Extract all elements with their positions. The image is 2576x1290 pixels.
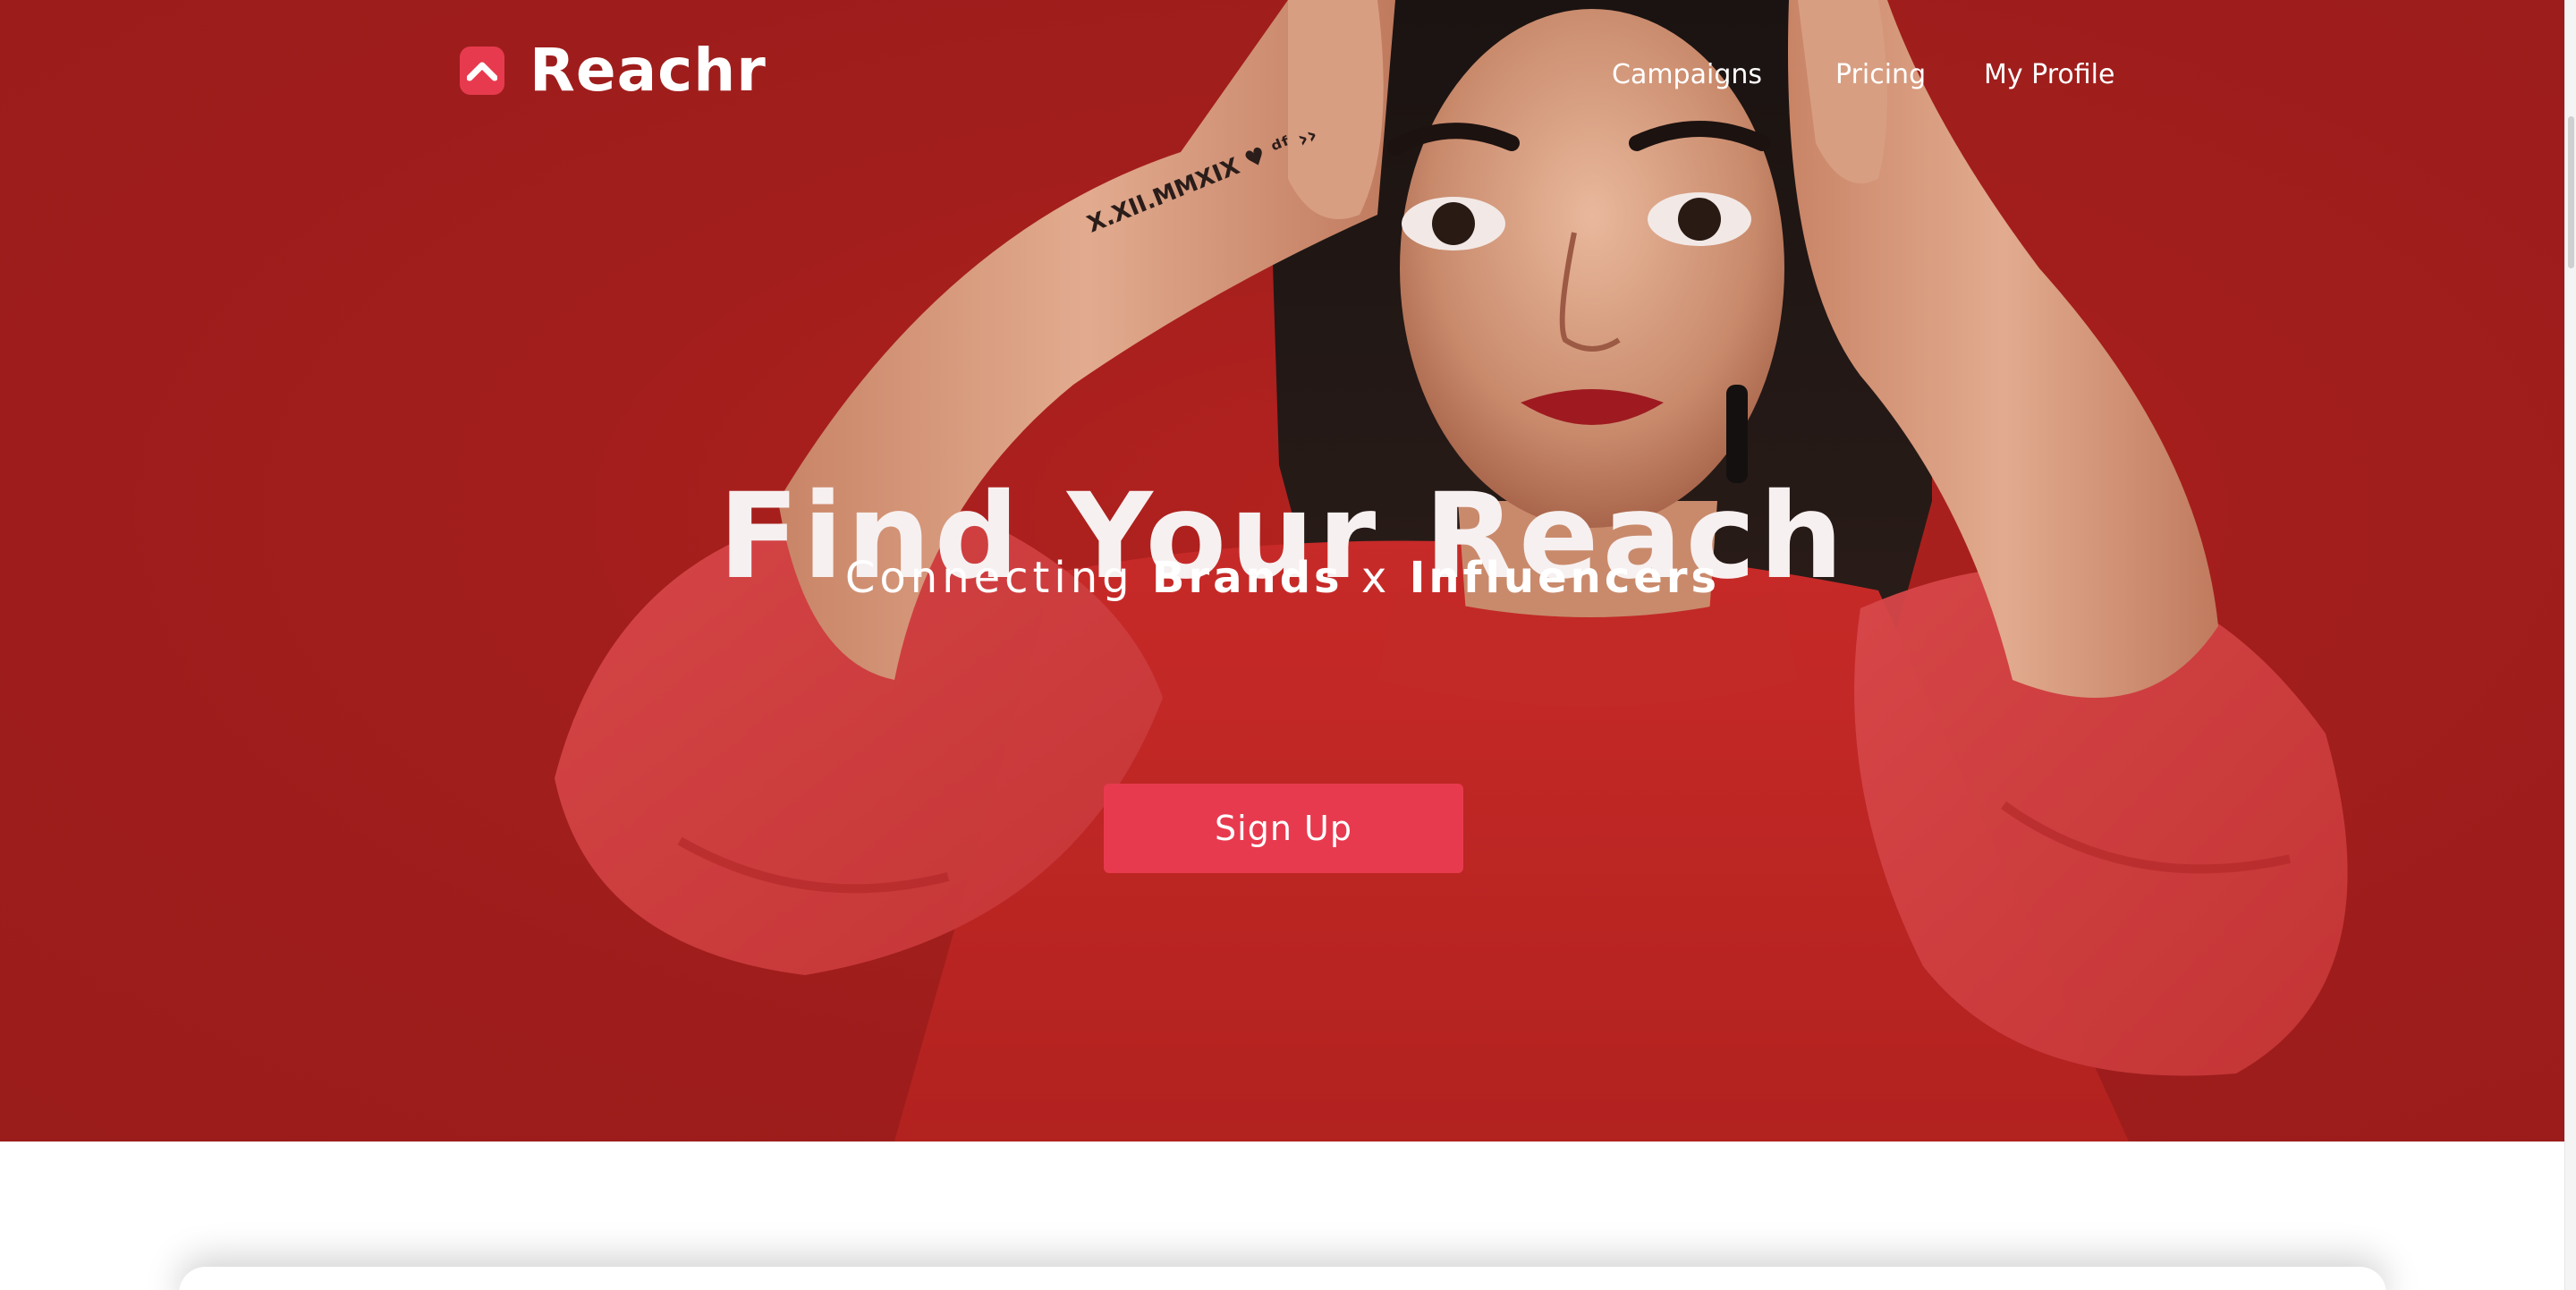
page: X.XII.MMXIX ♥ ᵈᶠ ›› Reachr Campaigns Pri… [0, 0, 2576, 1290]
chevron-up-icon [460, 47, 504, 95]
subtitle-x: x [1360, 553, 1392, 603]
nav-link-pricing[interactable]: Pricing [1835, 59, 1926, 90]
nav-link-my-profile[interactable]: My Profile [1984, 59, 2114, 90]
scrollbar-thumb[interactable] [2568, 116, 2574, 268]
page-scrollbar[interactable] [2564, 0, 2576, 1290]
brand-name: Reachr [530, 36, 767, 105]
content-card [179, 1267, 2386, 1290]
subtitle-influencers: Influencers [1409, 553, 1721, 603]
sign-up-button[interactable]: Sign Up [1104, 784, 1463, 873]
subtitle-brands: Brands [1151, 553, 1343, 603]
hero-section: X.XII.MMXIX ♥ ᵈᶠ ›› Reachr Campaigns Pri… [0, 0, 2565, 1141]
nav-link-campaigns[interactable]: Campaigns [1612, 59, 1762, 90]
subtitle-prefix: Connecting [844, 553, 1134, 603]
brand-logo[interactable]: Reachr [460, 41, 767, 100]
content-section [0, 1141, 2565, 1290]
hero-subtitle: Connecting Brands x Influencers [0, 553, 2565, 605]
